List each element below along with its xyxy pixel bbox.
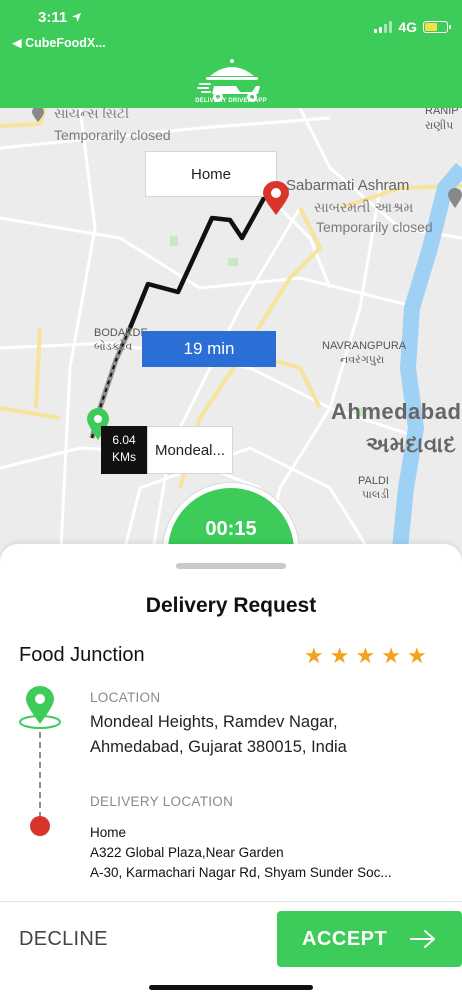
destination-pin-icon (263, 181, 289, 215)
map-label-ranip: RANIP (425, 108, 459, 117)
pickup-pin-icon (19, 686, 61, 729)
timer-text: 00:15 (205, 518, 257, 540)
status-indicators: 4G (374, 19, 451, 35)
accept-button[interactable]: ACCEPT (277, 911, 462, 967)
back-chevron-icon: ◀ (12, 36, 22, 50)
map-label-science-city: સાયન્સ સિટી (54, 108, 130, 121)
divider (0, 901, 462, 902)
location-arrow-icon (72, 12, 82, 23)
route-connector (39, 732, 41, 818)
map-label-ahmedabad-gu: અમદાવાદ (366, 432, 457, 457)
logo-caption: DELIVERY DRIVER APP (195, 98, 267, 104)
map-label-ashram-gu: સાબરમતી આશ્રમ (314, 199, 414, 215)
map-label-paldi: PALDI (358, 475, 389, 487)
pickup-address: Mondeal Heights, Ramdev Nagar, Ahmedabad… (90, 713, 347, 756)
map-label-paldi-gu: પાલડી (362, 489, 390, 501)
map-label-ranip-gu: રાણીપ (425, 120, 454, 132)
map-label-navrangpura-gu: નવરંગપુરા (340, 354, 385, 366)
arrow-right-icon (410, 930, 435, 948)
back-app-name: CubeFoodX... (25, 36, 106, 50)
origin-callout[interactable]: Mondeal... (147, 426, 233, 474)
delivery-address-line2: A-30, Karmachari Nagar Rd, Shyam Sunder … (90, 865, 392, 880)
rating-stars: ★ ★ ★ ★ ★ (304, 645, 427, 667)
map-label-bodakdev-gu: બોડકદેવ (94, 341, 133, 353)
distance-value: 6.04 (112, 433, 136, 447)
decline-button[interactable]: DECLINE (19, 928, 108, 951)
signal-icon (374, 21, 393, 33)
star-icon: ★ (329, 643, 350, 668)
distance-unit: KMs (112, 450, 136, 464)
dropoff-dot-icon (30, 816, 50, 836)
back-to-app-link[interactable]: ◀ CubeFoodX... (12, 35, 106, 50)
map-label-status: Temporarily closed (54, 127, 171, 143)
poi-marker-icon (32, 108, 44, 122)
status-time: 3:11 (38, 9, 82, 26)
drag-handle[interactable] (176, 563, 286, 569)
network-type: 4G (398, 19, 417, 35)
sheet-title: Delivery Request (145, 594, 317, 617)
route-map[interactable]: સાયન્સ સિટી Temporarily closed Sabarmati… (0, 108, 462, 568)
accept-label: ACCEPT (302, 927, 388, 950)
delivery-label: DELIVERY LOCATION (90, 794, 234, 809)
star-icon: ★ (406, 643, 427, 668)
map-label-ahmedabad: Ahmedabad (331, 399, 462, 424)
map-label-ashram: Sabarmati Ashram (286, 177, 410, 194)
app-header: 3:11 ◀ CubeFoodX... 4G DELIVERY DRIVER A… (0, 0, 462, 108)
destination-callout[interactable]: Home (145, 151, 277, 197)
map-label-navrangpura: NAVRANGPURA (322, 340, 407, 352)
pickup-label: LOCATION (90, 690, 161, 705)
star-icon: ★ (381, 643, 401, 668)
star-icon: ★ (304, 643, 324, 668)
restaurant-name: Food Junction (19, 644, 145, 666)
eta-badge: 19 min (142, 331, 276, 367)
map-label-ashram-status: Temporarily closed (316, 219, 433, 235)
delivery-address-line1: A322 Global Plaza,Near Garden (90, 845, 284, 860)
battery-icon (423, 21, 451, 33)
delivery-request-sheet: Delivery Request Food Junction ★ ★ ★ ★ ★… (0, 544, 462, 1000)
map-label-bodakdev: BODAKDE (94, 327, 148, 339)
distance-badge: 6.04 KMs (101, 426, 147, 474)
home-indicator (149, 985, 313, 990)
star-icon: ★ (355, 643, 376, 668)
poi-marker-icon (448, 188, 462, 208)
delivery-name: Home (90, 825, 127, 840)
